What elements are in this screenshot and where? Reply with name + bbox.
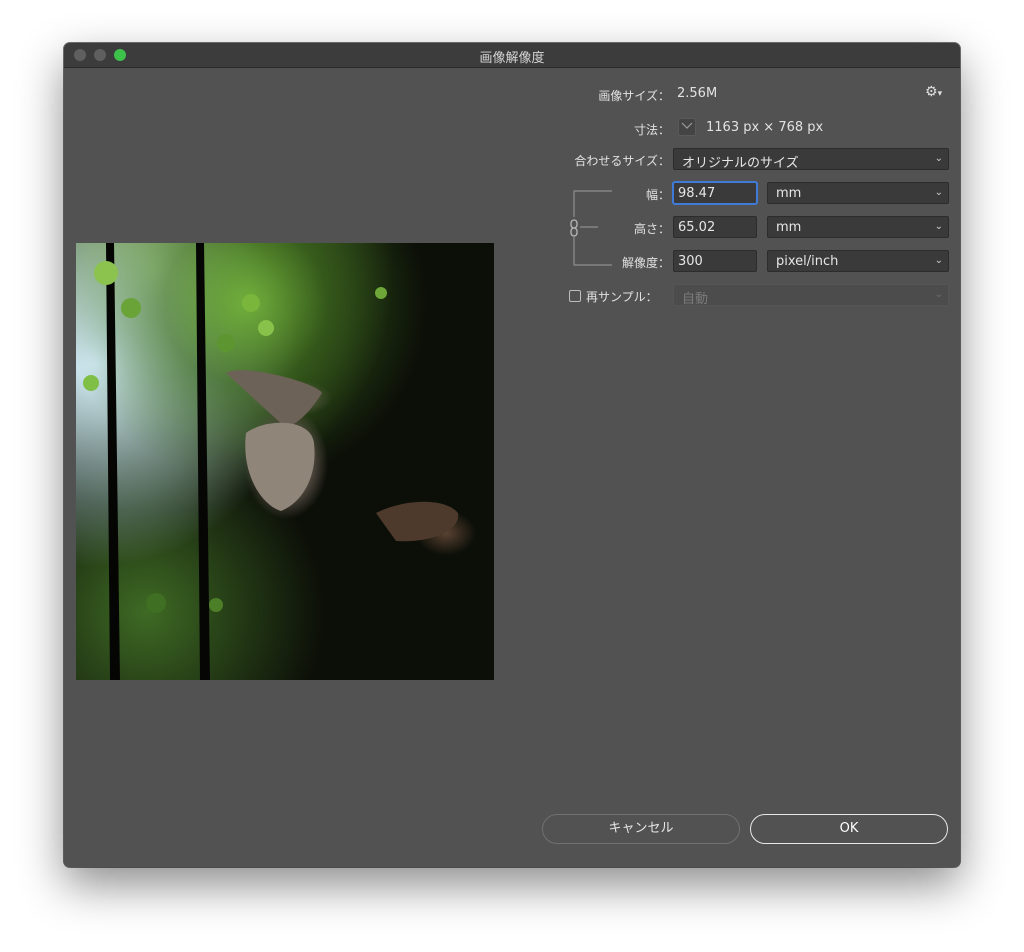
dimensions-unit-dropdown[interactable] <box>678 118 696 136</box>
chevron-down-icon: ⌄ <box>934 255 943 266</box>
width-unit-value: mm <box>776 186 802 201</box>
height-input[interactable]: 65.02 <box>673 216 757 238</box>
ok-button[interactable]: OK <box>750 814 948 844</box>
dimensions-label: 寸法： <box>633 123 670 137</box>
height-unit-value: mm <box>776 220 802 235</box>
resample-label: 再サンプル： <box>586 290 658 304</box>
fit-to-select[interactable]: オリジナルのサイズ ⌄ <box>673 148 949 171</box>
image-size-value: 2.56M <box>677 86 718 101</box>
resample-method-value: 自動 <box>682 292 709 307</box>
resolution-unit-value: pixel/inch <box>776 254 839 269</box>
fit-to-value: オリジナルのサイズ <box>682 156 799 171</box>
image-preview[interactable] <box>76 243 494 680</box>
title-bar: 画像解像度 <box>64 43 960 68</box>
dimensions-value: 1163 px × 768 px <box>706 120 824 135</box>
chevron-down-icon: ⌄ <box>934 187 943 198</box>
window-title: 画像解像度 <box>479 51 545 66</box>
image-size-dialog: 画像解像度 画像サイズ： 2.56M ⚙▾ 寸法： 1163 px × 768 … <box>64 43 960 867</box>
width-input[interactable]: 98.47 <box>673 182 757 204</box>
gear-icon[interactable]: ⚙▾ <box>925 84 942 100</box>
preview-photo <box>83 243 459 680</box>
chevron-down-icon: ⌄ <box>934 221 943 232</box>
resample-method-select[interactable]: 自動 ⌄ <box>673 284 949 307</box>
width-unit-select[interactable]: mm ⌄ <box>767 182 949 204</box>
resolution-label: 解像度： <box>621 256 670 270</box>
height-label: 高さ： <box>633 222 670 236</box>
resample-checkbox[interactable] <box>569 290 581 302</box>
cancel-button[interactable]: キャンセル <box>542 814 740 844</box>
height-unit-select[interactable]: mm ⌄ <box>767 216 949 238</box>
chevron-down-icon: ⌄ <box>934 153 943 164</box>
fit-to-label: 合わせるサイズ： <box>574 154 670 168</box>
chevron-down-icon <box>681 122 693 129</box>
image-size-label: 画像サイズ： <box>598 89 670 103</box>
resolution-unit-select[interactable]: pixel/inch ⌄ <box>767 250 949 272</box>
width-label: 幅： <box>645 188 670 202</box>
resolution-input[interactable]: 300 <box>673 250 757 272</box>
chevron-down-icon: ⌄ <box>934 289 943 300</box>
